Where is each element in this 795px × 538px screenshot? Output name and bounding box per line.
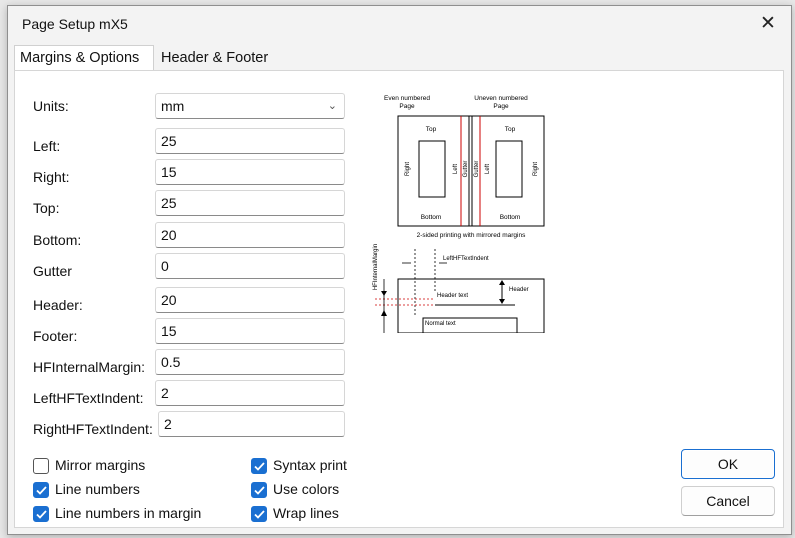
checkmark-icon	[251, 458, 267, 474]
left-hf-text-indent-field[interactable]: 2	[155, 380, 345, 406]
checkmark-icon	[33, 482, 49, 498]
page-setup-dialog: Page Setup mX5 ✕ Margins & Options Heade…	[7, 5, 792, 535]
right-margin-field[interactable]: 15	[155, 159, 345, 185]
checkmark-icon	[33, 506, 49, 522]
left-label: Left:	[33, 138, 61, 154]
line-numbers-in-margin-label: Line numbers in margin	[55, 505, 202, 521]
preview-right-odd: Right	[533, 162, 539, 176]
footer-field[interactable]: 15	[155, 318, 345, 344]
gutter-label: Gutter	[33, 263, 72, 279]
wrap-lines-label: Wrap lines	[273, 505, 339, 521]
left-hf-text-indent-label: LeftHFTextIndent:	[33, 390, 144, 406]
page-layout-preview: Even numbered Page Uneven numbered Page …	[365, 91, 549, 333]
syntax-print-label: Syntax print	[273, 457, 347, 473]
cancel-button[interactable]: Cancel	[681, 486, 775, 516]
preview-uneven-line2: Page	[493, 103, 509, 110]
left-margin-field[interactable]: 25	[155, 128, 345, 154]
preview-text-box-right	[495, 140, 523, 198]
units-label: Units:	[33, 98, 69, 114]
title-bar: Page Setup mX5 ✕	[8, 6, 791, 42]
preview-even-line2: Page	[399, 103, 415, 110]
right-hf-text-indent-field[interactable]: 2	[158, 411, 345, 437]
footer-label: Footer:	[33, 328, 78, 344]
checkmark-icon	[251, 506, 267, 522]
bottom-margin-field[interactable]: 20	[155, 222, 345, 248]
hf-internal-margin-label: HFInternalMargin:	[33, 359, 146, 375]
margins-options-panel: Units: mm ⌄ Left: 25 Right: 15 Top: 25 B…	[14, 70, 784, 528]
top-margin-field[interactable]: 25	[155, 190, 345, 216]
ok-button[interactable]: OK	[681, 449, 775, 479]
preview-right-even: Right	[405, 162, 411, 176]
tab-header-footer[interactable]: Header & Footer	[155, 45, 279, 71]
preview-hf-arrow-up	[381, 310, 387, 316]
checkmark-icon	[251, 482, 267, 498]
checkbox-unchecked-icon	[33, 458, 49, 474]
units-select[interactable]: mm ⌄	[155, 93, 345, 119]
preview-bottom-left: Bottom	[421, 214, 442, 221]
preview-even-line1: Even numbered	[384, 95, 430, 102]
preview-left-odd: Left	[485, 164, 491, 174]
preview-hf-internal-margin: HFInternalMargin	[373, 244, 379, 290]
tab-margins-options[interactable]: Margins & Options	[14, 45, 154, 71]
header-label: Header:	[33, 297, 83, 313]
gutter-field[interactable]: 0	[155, 253, 345, 279]
units-value: mm	[161, 98, 185, 114]
preview-top-left: Top	[426, 126, 437, 133]
preview-gutter-even: Gutter	[463, 161, 469, 178]
top-label: Top:	[33, 200, 60, 216]
chevron-down-icon: ⌄	[327, 100, 337, 112]
close-icon[interactable]: ✕	[745, 6, 791, 42]
preview-header-arrow-down	[499, 299, 505, 304]
right-hf-text-indent-label: RightHFTextIndent:	[33, 421, 153, 437]
right-label: Right:	[33, 169, 70, 185]
preview-top-right: Top	[505, 126, 516, 133]
preview-header-text: Header text	[437, 293, 468, 299]
preview-hf-arrow-down	[381, 291, 387, 296]
preview-left-even: Left	[453, 164, 459, 174]
preview-header-label: Header	[509, 287, 529, 293]
hf-internal-margin-field[interactable]: 0.5	[155, 349, 345, 375]
line-numbers-label: Line numbers	[55, 481, 140, 497]
mirror-margins-label: Mirror margins	[55, 457, 146, 473]
preview-caption: 2-sided printing with mirrored margins	[417, 232, 526, 239]
preview-gutter-odd: Gutter	[474, 161, 480, 178]
window-title: Page Setup mX5	[22, 16, 128, 32]
preview-uneven-line1: Uneven numbered	[474, 95, 528, 102]
preview-normal-text: Normal text	[425, 321, 456, 327]
preview-text-box-left	[418, 140, 446, 198]
preview-left-hf-text-indent: LeftHFTextIndent	[443, 256, 489, 262]
preview-bottom-right: Bottom	[500, 214, 521, 221]
header-field[interactable]: 20	[155, 287, 345, 313]
bottom-label: Bottom:	[33, 232, 82, 248]
preview-header-arrow-up	[499, 280, 505, 285]
use-colors-label: Use colors	[273, 481, 340, 497]
